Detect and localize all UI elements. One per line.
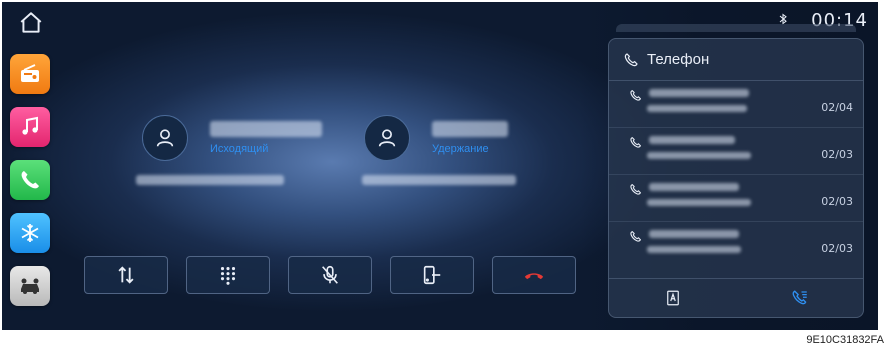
call-date: 02/04 <box>821 101 853 114</box>
tab-contacts[interactable] <box>609 279 736 317</box>
contact-name-redacted <box>649 89 749 97</box>
climate-app-button[interactable] <box>10 213 50 253</box>
swap-calls-button[interactable] <box>84 256 168 294</box>
tab-recent-calls[interactable] <box>736 279 863 317</box>
music-app-button[interactable] <box>10 107 50 147</box>
call-log-item[interactable]: 02/03 <box>609 175 863 222</box>
call-log-item[interactable]: 02/03 <box>609 222 863 268</box>
phone-icon <box>21 171 39 189</box>
call-log-item[interactable]: 02/03 <box>609 128 863 175</box>
mute-button[interactable] <box>288 256 372 294</box>
phone-icon <box>630 136 642 148</box>
contact-name-redacted <box>649 230 739 238</box>
keypad-icon <box>220 267 236 285</box>
call-log-item[interactable]: 02/04 <box>609 81 863 128</box>
caller-name-redacted <box>210 121 322 137</box>
call-controls <box>84 256 576 294</box>
active-caller: Исходящий <box>142 115 322 161</box>
microphone-muted-icon <box>322 265 338 284</box>
phone-transfer-icon <box>423 265 441 285</box>
end-call-button[interactable] <box>492 256 576 294</box>
call-status-hold: Удержание <box>432 143 489 155</box>
contact-name-redacted <box>649 136 735 144</box>
contact-number-redacted <box>647 105 747 112</box>
recent-calls-list: 02/04 02/03 02/03 02/03 <box>609 81 863 268</box>
contacts-book-icon <box>666 290 679 306</box>
phone-icon <box>630 89 642 101</box>
keypad-button[interactable] <box>186 256 270 294</box>
person-icon <box>156 129 174 147</box>
hang-up-icon <box>524 273 544 280</box>
contact-number-redacted <box>647 199 751 206</box>
phone-icon <box>630 183 642 195</box>
head-unit-screen: 00:14 Исходящий Удержание Телефон 02/04 … <box>2 2 878 330</box>
phone-app-button[interactable] <box>10 160 50 200</box>
contact-number-redacted <box>647 152 751 159</box>
caller-number-redacted <box>136 175 284 185</box>
call-status-outgoing: Исходящий <box>210 143 269 155</box>
avatar <box>364 115 410 161</box>
phone-icon <box>630 230 642 242</box>
contact-number-redacted <box>647 246 741 253</box>
avatar <box>142 115 188 161</box>
figure-code: 9E10C31832FA <box>806 334 884 346</box>
app-dock <box>10 54 50 306</box>
panel-header: Телефон <box>609 39 863 81</box>
contact-name-redacted <box>649 183 739 191</box>
caller-name-redacted <box>432 121 508 137</box>
call-date: 02/03 <box>821 148 853 161</box>
radio-icon <box>21 64 39 82</box>
recent-calls-icon <box>792 290 807 305</box>
swap-arrows-icon <box>118 266 134 284</box>
call-date: 02/03 <box>821 242 853 255</box>
car-icon <box>21 278 39 294</box>
music-note-icon <box>22 116 38 135</box>
panel-title: Телефон <box>647 51 710 68</box>
vehicle-app-button[interactable] <box>10 266 50 306</box>
transfer-to-phone-button[interactable] <box>390 256 474 294</box>
panel-stack-edge <box>616 24 856 32</box>
caller-number-redacted <box>362 175 516 185</box>
person-icon <box>378 129 396 147</box>
held-caller: Удержание <box>364 115 508 161</box>
panel-tabs <box>609 278 863 317</box>
home-icon[interactable] <box>18 10 44 36</box>
snowflake-icon <box>21 224 39 242</box>
phone-panel: Телефон 02/04 02/03 02/03 02/03 <box>608 38 864 318</box>
call-date: 02/03 <box>821 195 853 208</box>
phone-icon <box>624 52 638 66</box>
radio-app-button[interactable] <box>10 54 50 94</box>
